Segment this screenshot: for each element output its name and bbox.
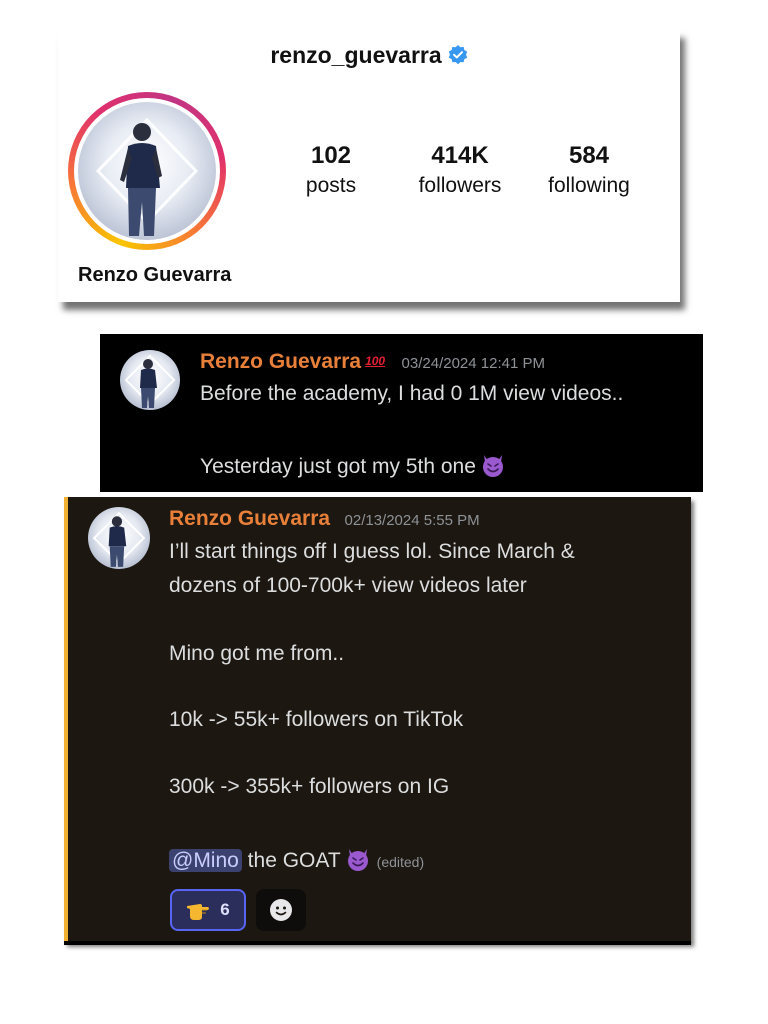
posts-label: posts	[305, 174, 357, 197]
hundred-emoji-icon: 100	[365, 354, 386, 368]
message-2-timestamp: 02/13/2024 5:55 PM	[344, 512, 480, 529]
message-2-line-5: 300k -> 355k+ followers on IG	[169, 775, 450, 798]
message-2-line-6-text: the GOAT	[241, 849, 341, 872]
smiling-imp-emoji-icon	[347, 849, 368, 871]
message-1-avatar[interactable]	[120, 350, 180, 410]
add-reaction-icon	[270, 899, 292, 921]
message-1-header: Renzo Guevarra 100 03/24/2024 12:41 PM	[200, 350, 545, 374]
profile-avatar[interactable]	[78, 102, 216, 240]
avatar-person-image	[95, 117, 199, 236]
message-1-timestamp: 03/24/2024 12:41 PM	[401, 355, 545, 372]
smiling-imp-emoji-icon	[482, 455, 503, 477]
instagram-profile-card: renzo_guevarra Renzo Guevarra 102 posts	[58, 30, 680, 302]
stat-followers[interactable]: 414K followers	[400, 142, 520, 198]
following-label: following	[548, 174, 630, 197]
ig-username[interactable]: renzo_guevarra	[270, 42, 441, 68]
stat-posts[interactable]: 102 posts	[271, 142, 391, 198]
message-2-line-3: Mino got me from..	[169, 642, 345, 665]
followers-label: followers	[418, 174, 502, 197]
following-count: 584	[568, 142, 610, 169]
message-1-author[interactable]: Renzo Guevarra	[200, 350, 361, 373]
posts-count: 102	[310, 142, 352, 169]
message-2-avatar[interactable]	[88, 507, 150, 569]
avatar-person-image	[92, 511, 146, 567]
message-1-line-1: Before the academy, I had 0 1M view vide…	[200, 382, 624, 405]
message-1-line-2: Yesterday just got my 5th one	[200, 455, 476, 478]
message-2-line-4: 10k -> 55k+ followers on TikTok	[169, 708, 464, 731]
message-1-line-2-row: Yesterday just got my 5th one	[200, 452, 506, 479]
message-2-line-1: I’ll start things off I guess lol. Since…	[169, 540, 575, 563]
ig-username-row: renzo_guevarra	[58, 42, 680, 69]
discord-message-1: Renzo Guevarra 100 03/24/2024 12:41 PM Be…	[100, 334, 703, 492]
message-2-line-2: dozens of 100-700k+ view videos later	[169, 574, 527, 597]
mention-mino[interactable]: @Mino	[169, 849, 242, 872]
edited-label: (edited)	[376, 854, 425, 870]
ig-display-name: Renzo Guevarra	[78, 264, 232, 286]
stat-following[interactable]: 584 following	[529, 142, 649, 198]
message-2-line-6: @Mino the GOAT (edited)	[169, 846, 424, 873]
discord-message-2: Renzo Guevarra 02/13/2024 5:55 PM I’ll s…	[64, 497, 691, 943]
verified-badge-icon	[448, 45, 467, 65]
message-2-bottom-edge	[64, 941, 691, 945]
reaction-pointing-hand[interactable]: 6	[170, 889, 246, 931]
followers-count: 414K	[431, 142, 489, 169]
message-2-header: Renzo Guevarra 02/13/2024 5:55 PM	[169, 507, 480, 531]
message-2-author[interactable]: Renzo Guevarra	[169, 507, 330, 530]
pointing-hand-emoji-icon	[187, 904, 210, 920]
avatar-person-image	[124, 354, 176, 408]
reaction-count: 6	[220, 900, 230, 919]
add-reaction-button[interactable]	[256, 889, 306, 931]
story-ring[interactable]	[68, 92, 226, 250]
